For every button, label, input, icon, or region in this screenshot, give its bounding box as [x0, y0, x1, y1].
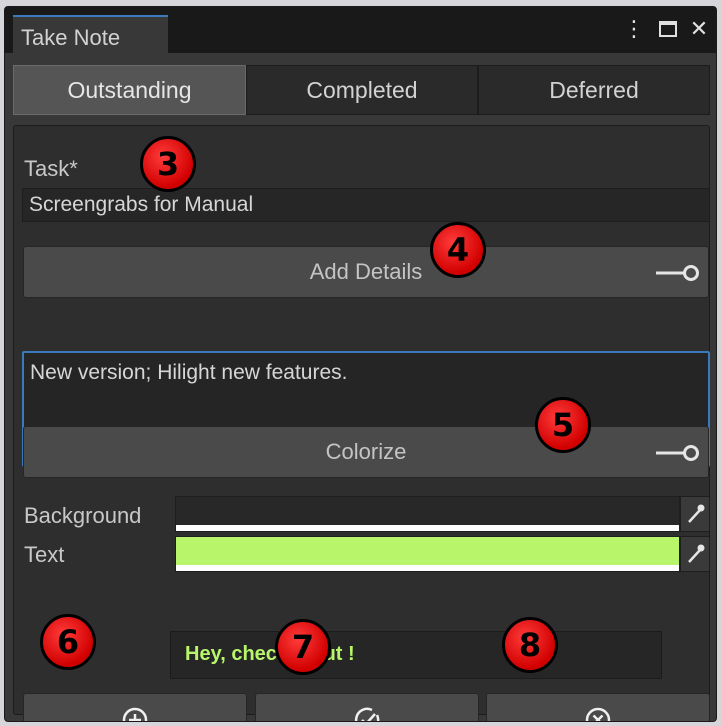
add-details-button[interactable]: Add Details [23, 246, 709, 298]
callout-marker-7: 7 [275, 619, 331, 675]
take-note-window: Take Note ⋮ ✕ Outstanding Completed Defe… [4, 6, 717, 722]
callout-marker-8: 8 [502, 617, 558, 673]
tab-completed[interactable]: Completed [246, 65, 478, 115]
note-panel: Task* Screengrabs for Manual Add Details… [13, 125, 710, 721]
add-note-button[interactable] [23, 693, 247, 721]
eyedropper-icon[interactable] [680, 496, 710, 532]
toggle-icon [656, 265, 699, 281]
delete-note-button[interactable] [486, 693, 710, 721]
preview-text: Hey, check it out ! [170, 631, 662, 679]
eyedropper-icon[interactable] [680, 536, 710, 572]
x-circle-icon [585, 707, 611, 721]
colorize-label: Colorize [325, 439, 407, 464]
tab-outstanding[interactable]: Outstanding [13, 65, 246, 115]
check-circle-icon [354, 707, 380, 721]
text-color-field[interactable] [175, 536, 680, 572]
tab-bar: Outstanding Completed Deferred [13, 65, 710, 115]
callout-marker-4: 4 [430, 222, 486, 278]
task-label: Task* [24, 156, 78, 181]
callout-marker-5: 5 [535, 397, 591, 453]
background-color-field[interactable] [175, 496, 680, 532]
window-tab[interactable]: Take Note [13, 15, 168, 53]
tab-deferred[interactable]: Deferred [478, 65, 710, 115]
maximize-icon[interactable] [656, 15, 680, 43]
title-bar: Take Note ⋮ ✕ [5, 7, 716, 53]
callout-marker-3: 3 [140, 136, 196, 192]
toggle-icon [656, 445, 699, 461]
complete-note-button[interactable] [255, 693, 479, 721]
close-icon[interactable]: ✕ [687, 15, 711, 43]
task-input[interactable]: Screengrabs for Manual [22, 188, 710, 222]
more-menu-icon[interactable]: ⋮ [622, 15, 646, 43]
colorize-button[interactable]: Colorize [23, 426, 709, 478]
add-details-label: Add Details [309, 259, 423, 284]
plus-circle-icon [122, 707, 148, 721]
text-color-label: Text [24, 542, 65, 567]
background-label: Background [24, 503, 142, 528]
callout-marker-6: 6 [40, 614, 96, 670]
window-content: Outstanding Completed Deferred Task* Scr… [5, 53, 716, 721]
alpha-bar [176, 525, 679, 531]
alpha-bar [176, 565, 679, 571]
